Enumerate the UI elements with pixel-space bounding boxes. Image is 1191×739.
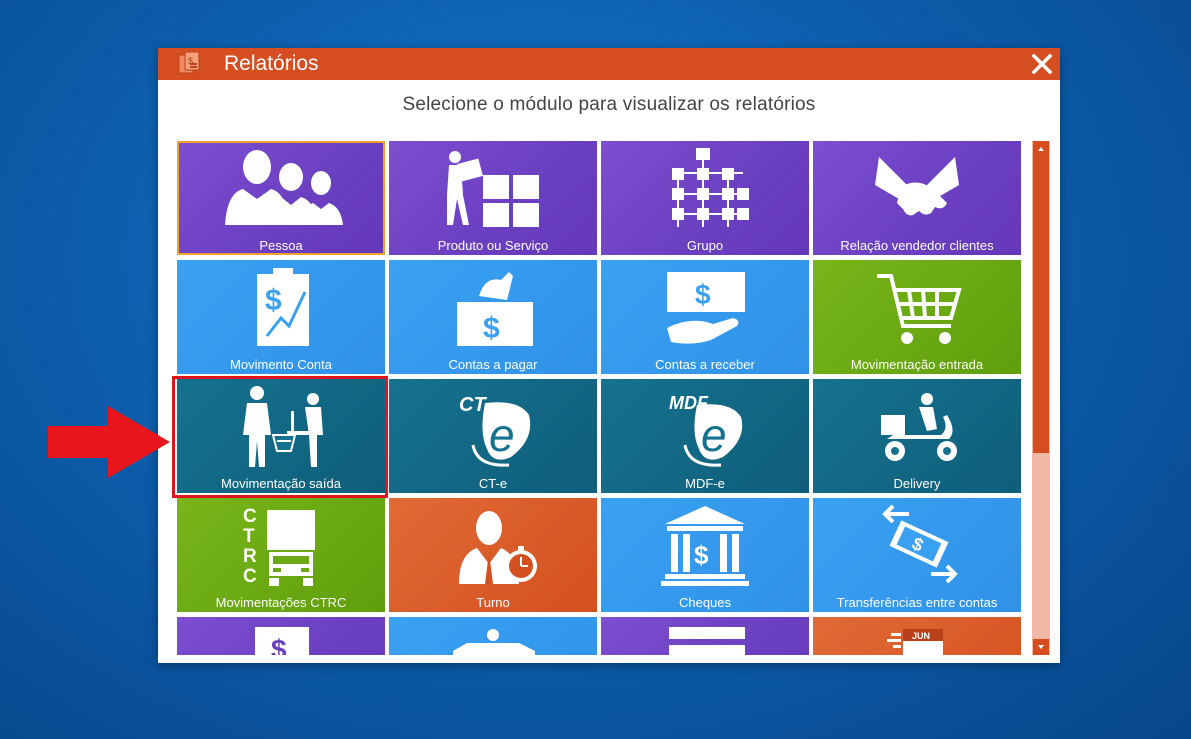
account-chart-icon: $ — [257, 268, 309, 346]
handshake-icon — [875, 157, 959, 216]
people-icon — [225, 150, 343, 225]
tile-relacao-vendedor-clientes[interactable]: Relação vendedor clientes — [813, 141, 1021, 255]
scroll-down-button[interactable] — [1033, 639, 1049, 655]
arrow-down-icon — [1038, 645, 1044, 649]
svg-text:C: C — [243, 506, 257, 527]
calendar-icon: JUN — [887, 629, 943, 655]
instruction-text: Selecione o módulo para visualizar os re… — [402, 94, 816, 115]
delivery-boxes-icon — [447, 151, 539, 227]
checkout-icon — [243, 386, 323, 467]
tile-ambulance[interactable] — [389, 617, 597, 655]
close-button[interactable] — [1030, 52, 1054, 76]
tile-transferencias-entre-contas[interactable]: $ Transferências entre contas — [813, 498, 1021, 612]
tile-mdfe[interactable]: MDF e MDF-e — [601, 379, 809, 493]
window-title: Relatórios — [224, 52, 319, 75]
tile-label: Pessoa — [259, 238, 303, 253]
tile-label: MDF-e — [685, 476, 725, 491]
scrollbar-thumb[interactable] — [1033, 157, 1049, 453]
tile-contas-a-receber[interactable]: $ Contas a receber — [601, 260, 809, 374]
arrow-right-icon — [48, 406, 170, 478]
shift-icon — [459, 511, 537, 584]
tile-cheques[interactable]: $ Cheques — [601, 498, 809, 612]
tile-movimentacao-entrada[interactable]: Movimentação entrada — [813, 260, 1021, 374]
tile-label: Grupo — [686, 238, 724, 253]
tile-label: Movimentações CTRC — [215, 595, 347, 610]
module-grid: Pessoa Produto ou Serviço Grupo Relação … — [177, 141, 1025, 655]
hierarchy-icon — [672, 148, 749, 227]
svg-text:e: e — [701, 409, 727, 461]
transfer-icon: $ — [882, 504, 958, 584]
tile-cte[interactable]: CT e CT-e — [389, 379, 597, 493]
reports-window: $ Relatórios Selecione o módulo para vis… — [158, 48, 1060, 663]
tile-movimentacoes-ctrc[interactable]: C T R C Movimentações CTRC — [177, 498, 385, 612]
vertical-scrollbar[interactable] — [1032, 141, 1050, 655]
tile-document[interactable] — [601, 617, 809, 655]
svg-text:T: T — [243, 526, 255, 547]
svg-text:R: R — [243, 546, 257, 567]
document-icon — [669, 627, 745, 655]
svg-text:$: $ — [483, 312, 500, 345]
tile-label: Transferências entre contas — [836, 595, 998, 610]
tile-movimento-conta[interactable]: $ Movimento Conta — [177, 260, 385, 374]
tile-label: Movimentação saída — [221, 476, 341, 491]
tile-turno[interactable]: Turno — [389, 498, 597, 612]
svg-text:$: $ — [271, 634, 287, 655]
tile-movimentacao-saida[interactable]: Movimentação saída — [177, 379, 385, 493]
tile-label: Relação vendedor clientes — [840, 238, 994, 253]
scroll-up-button[interactable] — [1033, 141, 1049, 157]
report-icon: $ — [178, 51, 200, 74]
tile-produto-servico[interactable]: Produto ou Serviço — [389, 141, 597, 255]
tile-label: Cheques — [678, 595, 732, 610]
svg-text:$: $ — [265, 284, 282, 317]
pay-money-icon: $ — [457, 272, 533, 346]
tile-label: Contas a receber — [655, 357, 755, 372]
mdfe-icon: MDF e — [669, 393, 743, 467]
money-icon: $ — [255, 627, 309, 655]
svg-text:CT: CT — [459, 394, 487, 416]
svg-text:$: $ — [695, 279, 711, 310]
svg-text:$: $ — [694, 540, 709, 570]
tile-label: CT-e — [478, 476, 508, 491]
tile-delivery[interactable]: Delivery — [813, 379, 1021, 493]
shopping-cart-icon — [877, 274, 962, 344]
tile-calendar[interactable]: JUN — [813, 617, 1021, 655]
arrow-up-icon — [1038, 147, 1044, 151]
ambulance-icon — [453, 629, 535, 655]
tile-contas-a-pagar[interactable]: $ Contas a pagar — [389, 260, 597, 374]
tile-label: Turno — [476, 595, 510, 610]
tile-pessoa[interactable]: Pessoa — [177, 141, 385, 255]
tile-label: Contas a pagar — [448, 357, 538, 372]
receive-money-icon: $ — [667, 272, 745, 344]
ctrc-truck-icon: C T R C — [243, 506, 315, 587]
tile-money[interactable]: $ — [177, 617, 385, 655]
tile-grupo[interactable]: Grupo — [601, 141, 809, 255]
svg-text:e: e — [489, 409, 515, 461]
tile-label: Movimentação entrada — [850, 357, 984, 372]
tile-label: Delivery — [893, 476, 941, 491]
svg-text:JUN: JUN — [912, 631, 930, 641]
scooter-icon — [881, 393, 957, 461]
bank-icon: $ — [661, 506, 749, 586]
svg-text:C: C — [243, 566, 257, 587]
tile-label: Produto ou Serviço — [437, 238, 549, 253]
title-bar: $ Relatórios — [158, 48, 1060, 80]
tile-label: Movimento Conta — [230, 357, 332, 372]
cte-icon: CT e — [459, 394, 531, 467]
